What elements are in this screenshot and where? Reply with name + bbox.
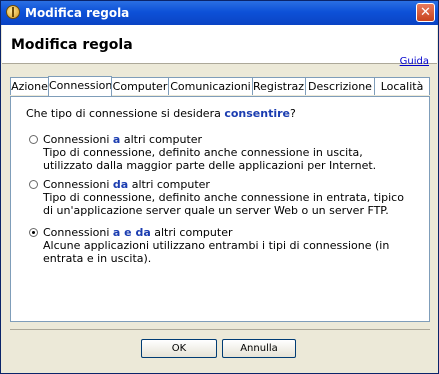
radio-both[interactable] <box>29 228 38 237</box>
dialog-window: Modifica regola ✕ Modifica regola Guida … <box>0 0 439 374</box>
connection-question: Che tipo di connessione si desidera cons… <box>26 107 296 120</box>
tab-connessioni[interactable]: Connessioni <box>48 76 112 96</box>
firewall-app-icon <box>6 5 20 19</box>
tab-registrazione[interactable]: Registrazi <box>252 77 306 95</box>
option-description: Tipo di connessione, definito anche conn… <box>43 146 377 172</box>
window-title: Modifica regola <box>25 6 130 20</box>
ok-button[interactable]: OK <box>141 339 217 358</box>
tab-computer[interactable]: Computer <box>111 77 169 95</box>
tab-descrizione[interactable]: Descrizione <box>305 77 375 95</box>
option-label[interactable]: Connessioni da altri computer <box>43 178 210 191</box>
option-description: Alcune applicazioni utilizzano entrambi … <box>43 239 390 265</box>
option-label[interactable]: Connessioni a e da altri computer <box>43 226 232 239</box>
tab-azione[interactable]: Azione <box>10 77 49 95</box>
option-description: Tipo di connessione, definito anche conn… <box>43 191 404 217</box>
close-button[interactable]: ✕ <box>416 3 435 22</box>
page-title: Modifica regola <box>11 37 133 53</box>
title-bar[interactable]: Modifica regola ✕ <box>1 1 438 25</box>
radio-outbound[interactable] <box>29 135 38 144</box>
radio-inbound[interactable] <box>29 180 38 189</box>
tab-localita[interactable]: Località <box>374 77 430 95</box>
cancel-button[interactable]: Annulla <box>222 339 296 358</box>
footer-divider <box>10 329 430 330</box>
dialog-header: Modifica regola <box>2 25 437 64</box>
help-link[interactable]: Guida <box>400 56 429 67</box>
tab-comunicazioni[interactable]: Comunicazioni <box>168 77 253 95</box>
option-label[interactable]: Connessioni a altri computer <box>43 133 202 146</box>
tab-panel-connessioni: Che tipo di connessione si desidera cons… <box>10 96 430 322</box>
